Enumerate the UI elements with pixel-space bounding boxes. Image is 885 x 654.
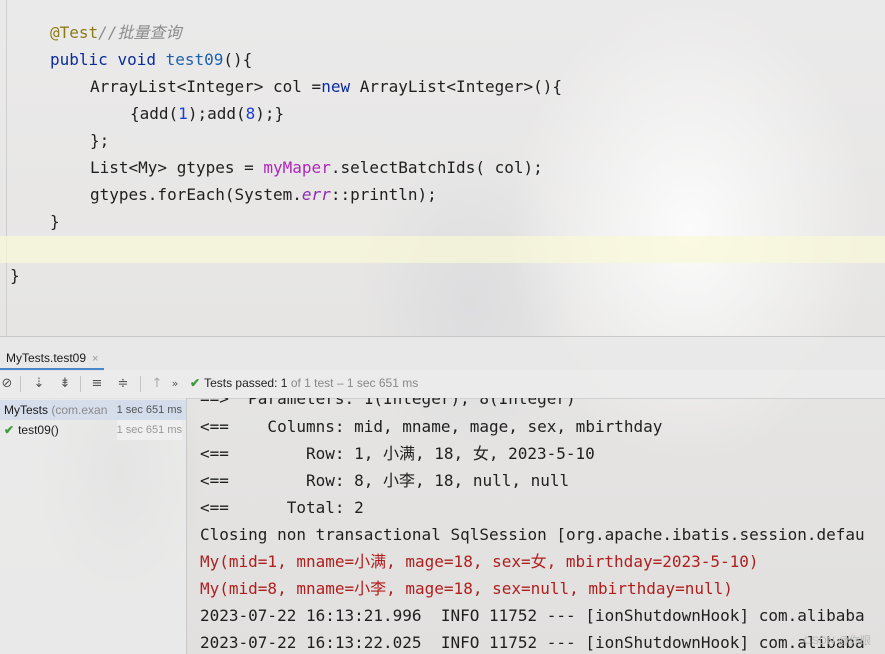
code-line-2: public void test09(){ <box>50 50 253 69</box>
console-line-err: My(mid=1, mname=小满, mage=18, sex=女, mbir… <box>200 552 759 571</box>
stop-icon[interactable]: ⊘ <box>0 375 16 393</box>
code-line-7: gtypes.forEach(System.err::println); <box>90 185 437 204</box>
console-line: ==> Parameters: 1(Integer), 8(Integer) <box>200 398 576 408</box>
test-status: ✔ Tests passed: 1 of 1 test – 1 sec 651 m… <box>190 376 419 390</box>
code-line-8: } <box>50 212 60 231</box>
console-line-err: My(mid=8, mname=小李, mage=18, sex=null, m… <box>200 579 733 598</box>
code-editor[interactable]: @Test//批量查询 public void test09(){ ArrayL… <box>0 0 885 336</box>
toolbar-separator <box>80 376 81 392</box>
code-line-4: {add(1);add(8);} <box>130 104 285 123</box>
console-line: <== Total: 2 <box>200 498 364 517</box>
check-icon: ✔ <box>190 376 201 390</box>
watermark: CSDN @你眼 <box>803 635 871 647</box>
test-toolbar: ⊘ ⇣ ⇟ ≡ ≑ ↑ » <box>0 370 885 399</box>
console-line: <== Columns: mid, mname, mage, sex, mbir… <box>200 417 663 436</box>
code-line-5: }; <box>90 131 110 150</box>
test-tree: MyTests (com.exan 1 sec 651 ms ✔ test09()… <box>0 398 187 654</box>
more-icon[interactable]: » <box>166 375 184 393</box>
tree-row-suite[interactable]: MyTests (com.exan 1 sec 651 ms <box>0 400 186 420</box>
console-line: Closing non transactional SqlSession [or… <box>200 525 865 544</box>
tree-row-test[interactable]: ✔ test09() 1 sec 651 ms <box>0 420 186 440</box>
run-tab-label: MyTests.test09 <box>6 351 87 365</box>
code-line-1: @Test//批量查询 <box>50 23 182 42</box>
run-tab[interactable]: MyTests.test09 × <box>0 345 105 371</box>
console-output[interactable]: ==> Parameters: 1(Integer), 8(Integer) <… <box>187 398 885 654</box>
console-line: <== Row: 1, 小满, 18, 女, 2023-5-10 <box>200 444 595 463</box>
toolbar-separator <box>140 376 141 392</box>
collapse-all-icon[interactable]: ≑ <box>114 375 132 393</box>
close-icon[interactable]: × <box>92 353 98 365</box>
console-line: <== Row: 8, 小李, 18, null, null <box>200 471 570 490</box>
run-tab-bar: MyTests.test09 × <box>0 336 885 371</box>
expand-all-icon[interactable]: ≡ <box>88 375 106 393</box>
prev-failed-icon[interactable]: ↑ <box>148 375 166 393</box>
toolbar-separator <box>20 376 21 392</box>
indent-guide <box>6 0 7 336</box>
code-line-9: } <box>10 266 20 285</box>
code-line-3: ArrayList<Integer> col =new ArrayList<In… <box>90 77 563 96</box>
check-icon: ✔ <box>4 423 15 437</box>
code-line-6: List<My> gtypes = myMaper.selectBatchIds… <box>90 158 543 177</box>
current-line-highlight <box>0 236 885 263</box>
sort-duration-icon[interactable]: ⇟ <box>56 375 74 393</box>
console-line: 2023-07-22 16:13:22.025 INFO 11752 --- [… <box>200 633 865 652</box>
console-line: 2023-07-22 16:13:21.996 INFO 11752 --- [… <box>200 606 865 625</box>
sort-alpha-icon[interactable]: ⇣ <box>30 375 48 393</box>
